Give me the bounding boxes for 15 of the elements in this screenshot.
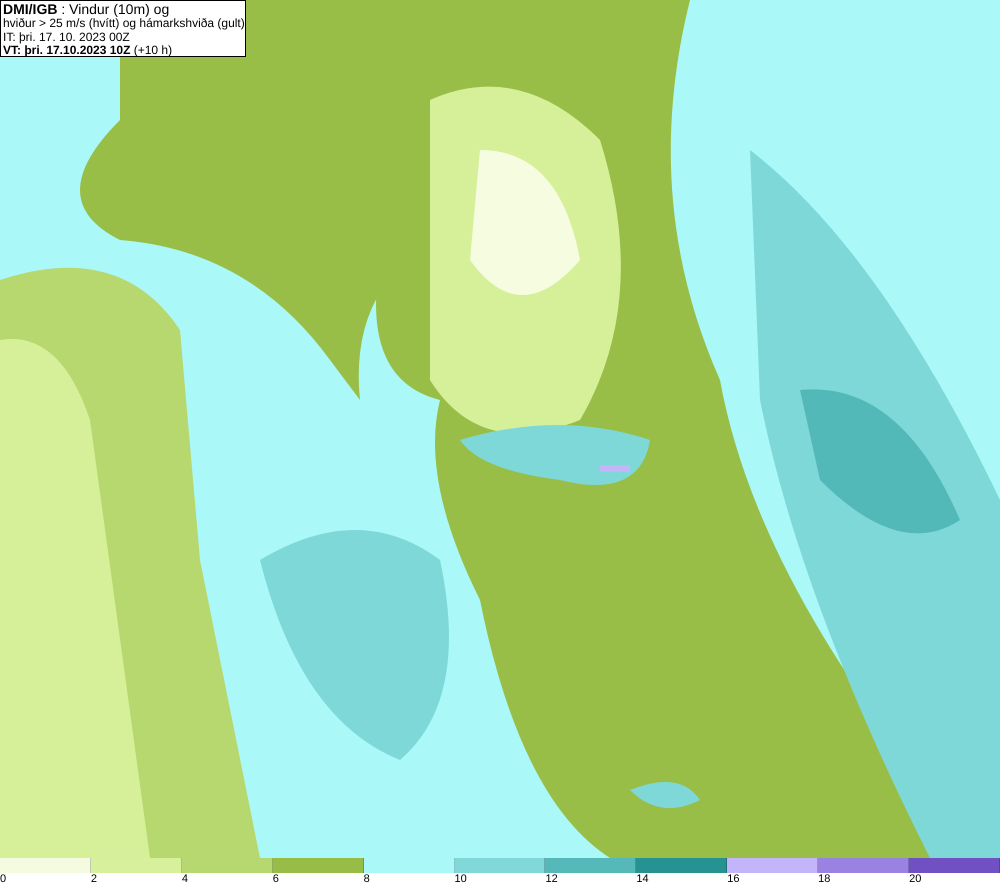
title-line: hviður > 25 m/s (hvítt) og hámarkshviða (gult)	[3, 17, 245, 30]
legend-label: 14	[636, 873, 649, 886]
legend-label: 8	[364, 873, 370, 886]
title-line: VT: þri. 17.10.2023 10Z (+10 h)	[3, 44, 172, 58]
legend-label: 10	[454, 873, 467, 886]
legend-label: 6	[272, 873, 279, 886]
legend-label: 2	[90, 873, 98, 886]
title-line: IT: þri. 17. 10. 2023 00Z	[3, 30, 130, 44]
legend-label: 16	[727, 873, 740, 886]
legend-label: 0	[0, 873, 6, 886]
legend-label: 4	[182, 873, 188, 886]
legend-label: 18	[818, 873, 830, 886]
legend-label: 12	[545, 873, 558, 886]
title-line: DMI/IGB : Vindur (10m) og	[3, 1, 170, 17]
legend-label: 20	[909, 873, 922, 886]
